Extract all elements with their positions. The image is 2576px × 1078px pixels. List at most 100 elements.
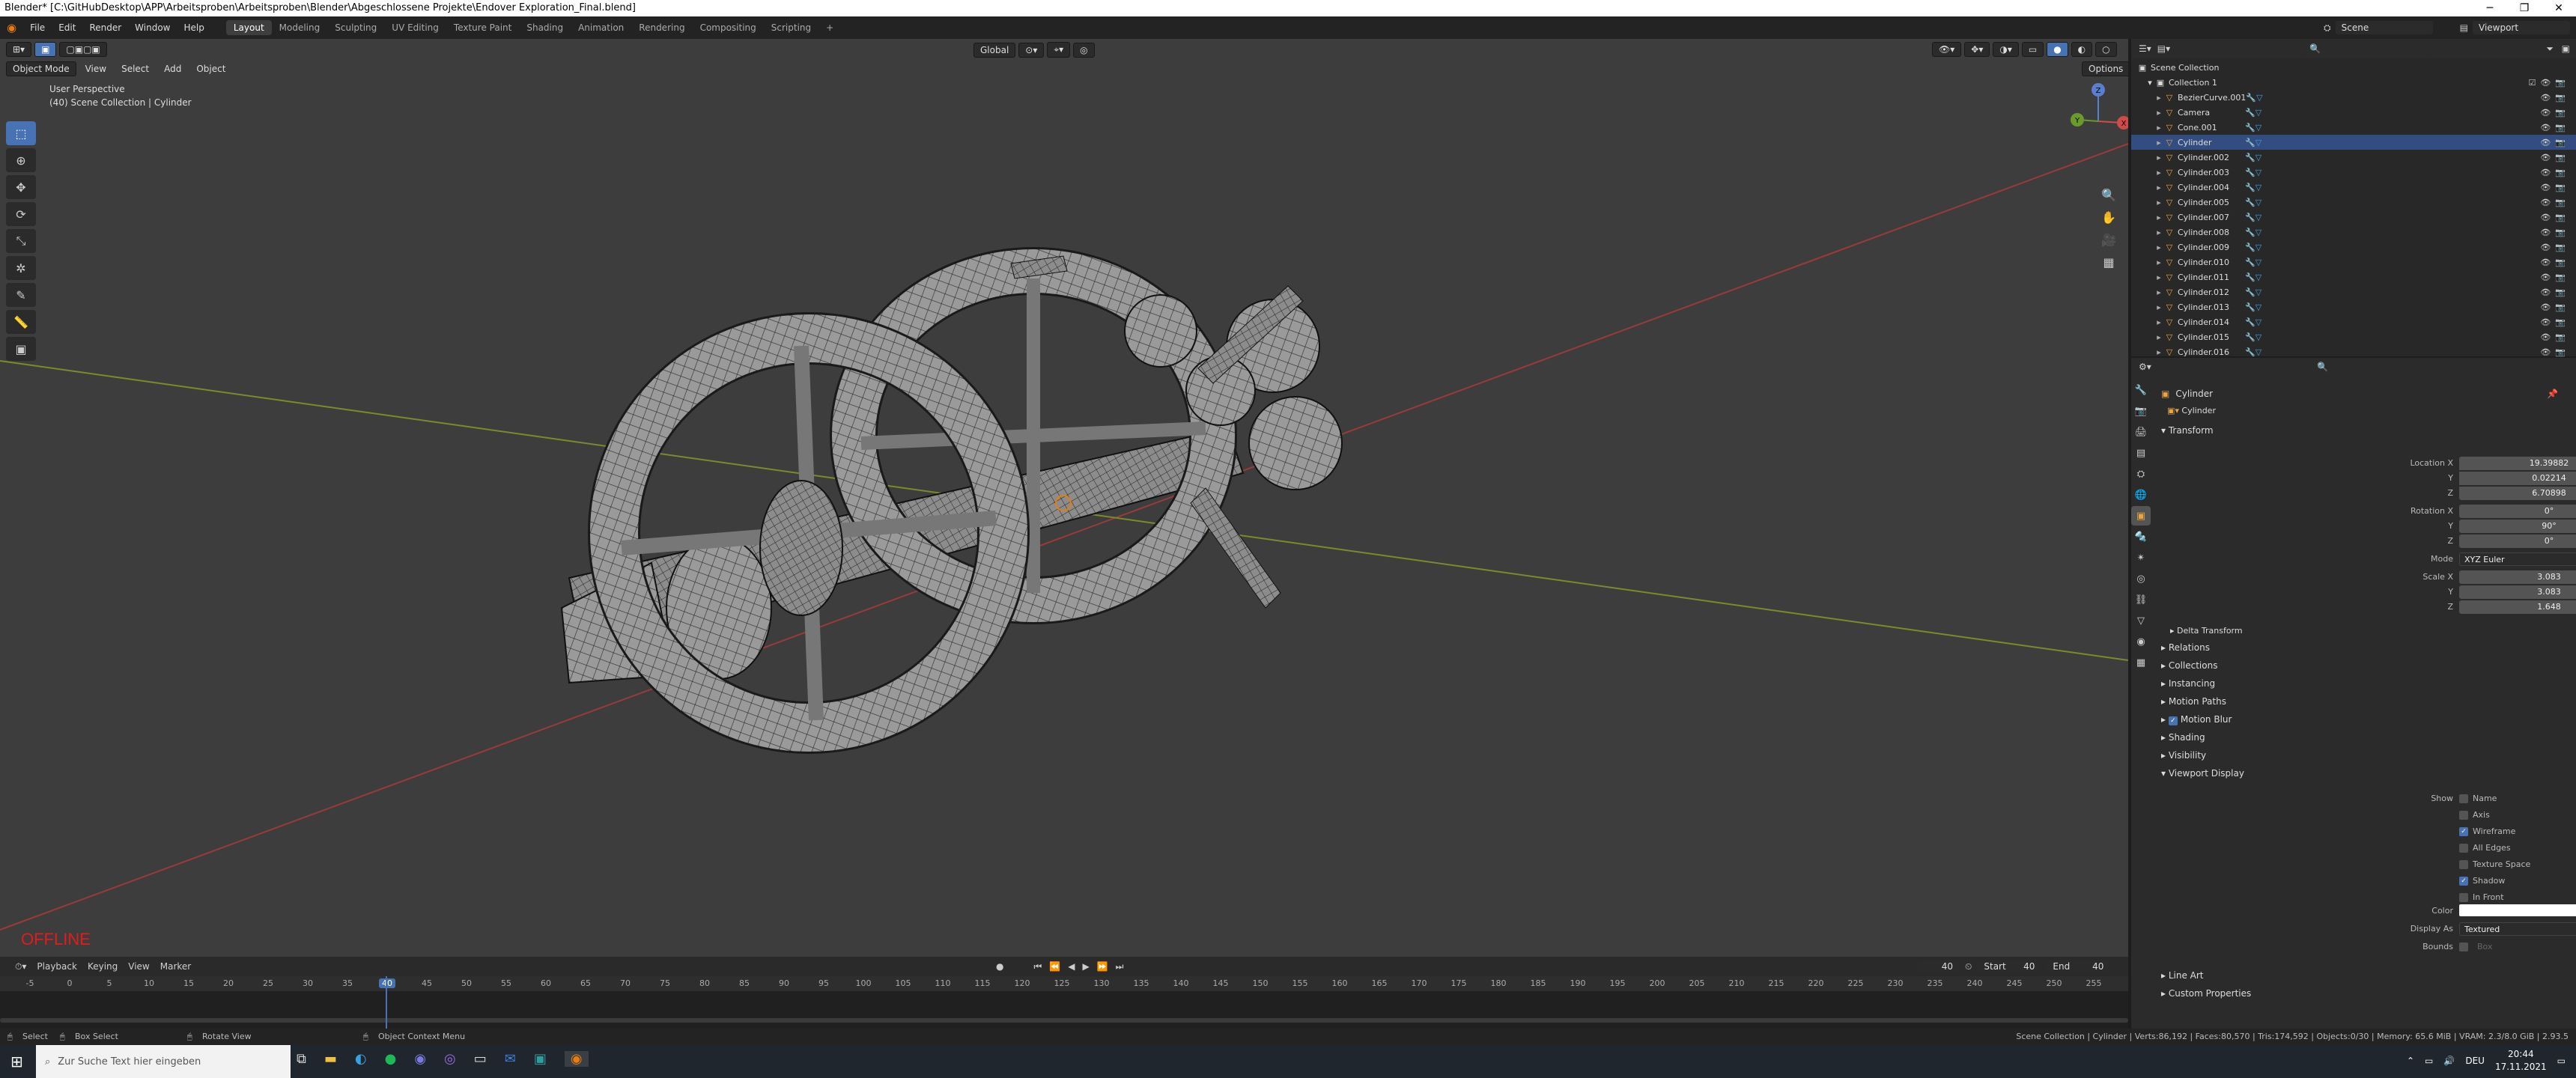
tool-tab-icon[interactable]: 🔧 [2131,380,2151,400]
timeline-track[interactable] [0,991,2128,1029]
show-option-checkbox[interactable]: ✓ [2459,877,2468,886]
expand-chevron-icon[interactable]: ▸ [2154,243,2164,252]
add-cube-icon[interactable]: ▣ [6,337,36,361]
3d-viewport[interactable]: ⊞▾ ▣ ▢▣▢▣ Object Mode View Select Add Ob… [0,39,2128,957]
new-collection-icon[interactable]: ▣ [2562,43,2570,54]
visibility-icons[interactable]: 👁📷 [2540,228,2570,237]
mail-icon[interactable]: ✉ [505,1051,516,1067]
visibility-icons[interactable]: 👁📷 [2540,317,2570,327]
outliner-item[interactable]: ▸ ▽ Cylinder.005 🔧▽ 👁📷 [2131,195,2576,210]
visibility-icons[interactable]: 👁📷 [2540,243,2570,252]
rotation-z-field[interactable]: 0° [2459,535,2576,548]
visibility-icons[interactable]: 👁📷 [2540,138,2570,147]
modifier-icons[interactable]: 🔧▽ [2245,243,2261,252]
outliner-item[interactable]: ▸ ▽ Cone.001 🔧▽ 👁📷 [2131,120,2576,135]
menu-playback[interactable]: Playback [37,961,77,972]
timeline-scrollbar[interactable] [0,1018,2128,1023]
visibility-icons[interactable]: 👁📷 [2540,287,2570,297]
collection-visibility-icons[interactable]: ☑👁📷 [2528,78,2570,88]
notification-icon[interactable]: ▭ [2557,1056,2566,1066]
show-option-checkbox[interactable] [2459,893,2468,902]
menu-keying[interactable]: Keying [88,961,118,972]
show-option-checkbox[interactable]: ✓ [2459,827,2468,836]
modifier-icons[interactable]: 🔧▽ [2246,93,2262,103]
outliner-item[interactable]: ▸ ▽ Cylinder.002 🔧▽ 👁📷 [2131,150,2576,165]
rotation-mode-dropdown[interactable]: XYZ Euler [2459,552,2576,566]
outliner-item[interactable]: ▸ ▽ Cylinder.009 🔧▽ 👁📷 [2131,240,2576,255]
taskbar-search[interactable]: ⌕ Zur Suche Text hier eingeben [36,1045,291,1078]
editor-type-icon[interactable]: ⊞▾ [6,42,32,57]
properties-editor-icon[interactable]: ⚙▾ [2139,362,2151,372]
visibility-icons[interactable]: 👁📷 [2540,347,2570,357]
close-icon[interactable]: ✕ [2542,0,2576,16]
view-layer-field[interactable]: Viewport [2473,21,2570,34]
scale-x-field[interactable]: 3.083 [2459,570,2576,584]
annotate-icon[interactable]: ✎ [6,283,36,307]
current-frame-field[interactable]: 40 [1917,960,1959,973]
task-view-icon[interactable]: ⧉ [297,1051,306,1067]
measure-icon[interactable]: 📏 [6,310,36,334]
rotate-icon[interactable]: ⟳ [6,202,36,226]
menu-select[interactable]: Select [115,62,155,76]
ortho-grid-icon[interactable]: ▦ [2098,252,2119,272]
github-icon[interactable]: ◎ [444,1051,456,1067]
custom-properties-header[interactable]: ▸ Custom Properties [2161,988,2251,999]
shading-material-icon[interactable]: ◐ [2071,42,2093,57]
expand-chevron-icon[interactable]: ▸ [2154,332,2164,342]
property-section-header[interactable]: ▸ Motion Paths [2161,696,2226,707]
modifier-icons[interactable]: 🔧▽ [2245,317,2261,327]
visibility-icons[interactable]: 👁📷 [2540,168,2570,177]
expand-chevron-icon[interactable]: ▸ [2154,287,2164,297]
language-indicator[interactable]: DEU [2465,1056,2485,1066]
constraints-tab-icon[interactable]: ⛓ [2131,590,2151,609]
property-section-header[interactable]: ▸ ✓ Motion Blur [2161,714,2232,725]
jump-start-icon[interactable]: ⏮ [1033,961,1042,972]
transform-section-header[interactable]: ▾ Transform [2161,425,2214,436]
network-icon[interactable]: ▭ [2425,1056,2433,1066]
outliner-item[interactable]: ▸ ▽ Camera 🔧▽ 👁📷 [2131,105,2576,120]
options-button[interactable]: Options [2082,61,2128,76]
minimize-icon[interactable]: ─ [2473,0,2507,16]
modifier-icons[interactable]: 🔧▽ [2245,347,2261,357]
clock[interactable]: 20:44 17.11.2021 [2495,1048,2547,1074]
timeline-editor-icon[interactable]: ⏱▾ [15,961,26,972]
visibility-icons[interactable]: 👁📷 [2540,302,2570,312]
pivot-icon[interactable]: ⊙▾ [1018,42,1045,58]
visibility-icons[interactable]: 👁📷 [2540,123,2570,133]
menu-render[interactable]: Render [82,22,128,33]
expand-chevron-icon[interactable]: ▸ [2154,272,2164,282]
property-section-header[interactable]: ▸ Instancing [2161,678,2215,689]
outliner-display-mode-icon[interactable]: ▤▾ [2157,43,2170,54]
windows-start-icon[interactable]: ⊞ [10,1053,23,1071]
outliner-item[interactable]: ▸ ▽ Cylinder.014 🔧▽ 👁📷 [2131,314,2576,329]
navigation-gizmo[interactable]: Z X Y 🔍 ✋ 🎥 ▦ [2068,76,2128,271]
file-explorer-icon[interactable]: ▬ [324,1051,337,1067]
location-y-field[interactable]: 0.02214 [2459,472,2576,485]
next-key-icon[interactable]: ⏩ [1097,961,1108,972]
color-swatch[interactable] [2459,904,2576,916]
tab-scripting[interactable]: Scripting [764,20,818,35]
proportional-edit-icon[interactable]: ◎ [1073,42,1095,58]
jump-end-icon[interactable]: ⏭ [1116,961,1124,972]
visibility-icons[interactable]: 👁📷 [2540,183,2570,192]
expand-chevron-icon[interactable]: ▸ [2154,168,2164,177]
modifier-icons[interactable]: 🔧▽ [2245,153,2261,162]
play-icon[interactable]: ▶ [1082,961,1089,972]
expand-chevron-icon[interactable]: ▸ [2154,228,2164,237]
transform-icon[interactable]: ✲ [6,256,36,280]
outliner-search-input[interactable]: 🔍 [2303,42,2431,55]
visibility-icon[interactable]: 👁▾ [1932,42,1962,57]
pin-icon[interactable]: 📌 [2547,389,2558,399]
scene-field[interactable]: Scene [2335,21,2433,34]
rotation-y-field[interactable]: 90° [2459,520,2576,533]
scene-tab-icon[interactable]: ⛭ [2131,464,2151,484]
show-option-checkbox[interactable] [2459,794,2468,803]
blender-taskbar-icon[interactable]: ◉ [564,1051,589,1067]
start-frame-field[interactable]: Start 40 [1978,960,2041,973]
modifier-icons[interactable]: 🔧▽ [2245,183,2261,192]
blender-logo-icon[interactable]: ◉ [0,21,23,34]
menu-object[interactable]: Object [190,62,231,76]
transform-orientation-dropdown[interactable]: Global [973,42,1016,58]
display-as-dropdown[interactable]: Textured [2459,922,2576,936]
texture-tab-icon[interactable]: ▦ [2131,653,2151,672]
